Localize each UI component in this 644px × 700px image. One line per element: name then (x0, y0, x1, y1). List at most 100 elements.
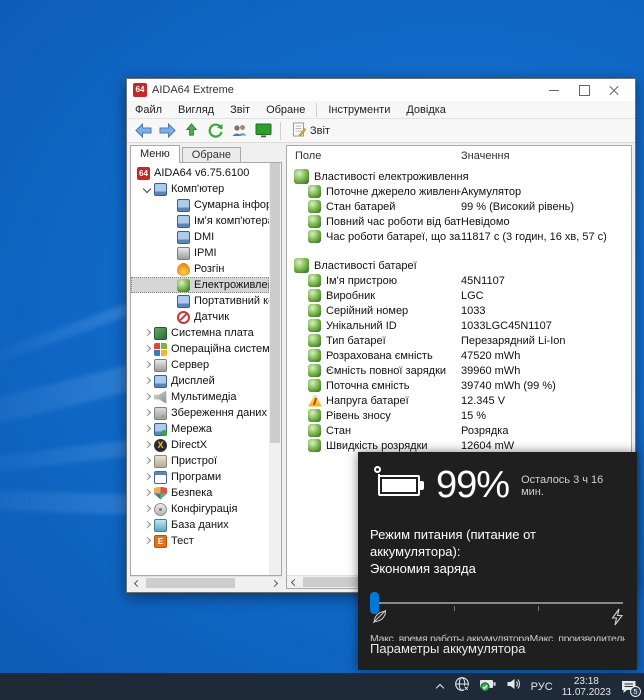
sidebar-tab-обране[interactable]: Обране (181, 147, 242, 163)
back-button[interactable] (131, 121, 155, 141)
tree-item[interactable]: Датчик (131, 309, 269, 325)
column-header-value[interactable]: Значення (461, 150, 510, 162)
column-headers: Поле Значення (287, 146, 631, 166)
tree-item[interactable]: DirectX (131, 437, 269, 453)
tree-item[interactable]: Пристрої (131, 453, 269, 469)
users-button[interactable] (227, 121, 251, 141)
scroll-left-arrow-icon[interactable] (287, 576, 301, 588)
title-bar: 64 AIDA64 Extreme (127, 79, 635, 101)
menu-item-довідка[interactable]: Довідка (398, 102, 454, 118)
slider-thumb[interactable] (370, 592, 379, 614)
tree-item[interactable]: Тест (131, 533, 269, 549)
maximize-button[interactable] (569, 80, 599, 100)
property-row[interactable]: Поточне джерело живлення Акумулятор (287, 184, 631, 199)
chevron-right-icon[interactable] (141, 487, 153, 499)
chevron-right-icon[interactable] (141, 343, 153, 355)
property-row[interactable]: Стан Розрядка (287, 423, 631, 438)
tree-item[interactable]: База даних (131, 517, 269, 533)
tree-item[interactable]: Дисплей (131, 373, 269, 389)
taskbar-clock[interactable]: 23:18 11.07.2023 (562, 676, 611, 698)
minimize-button[interactable] (539, 80, 569, 100)
tree-item[interactable]: Збереження даних (131, 405, 269, 421)
up-level-button[interactable] (179, 121, 203, 141)
tree-item[interactable]: Мережа (131, 421, 269, 437)
chevron-right-icon[interactable] (141, 519, 153, 531)
chevron-right-icon[interactable] (141, 407, 153, 419)
tree-item[interactable]: Мультимедіа (131, 389, 269, 405)
tree-item[interactable]: Комп'ютер (131, 181, 269, 197)
property-row[interactable]: Швидкість розрядки 12604 mW (287, 438, 631, 453)
tree-item[interactable]: Розгін (131, 261, 269, 277)
close-button[interactable] (599, 80, 629, 100)
tree-item[interactable]: Сумарна інформація (131, 197, 269, 213)
chevron-right-icon[interactable] (141, 359, 153, 371)
power-mode-slider[interactable] (370, 591, 625, 614)
scroll-left-arrow-icon[interactable] (130, 577, 144, 589)
power-section-icon (294, 169, 309, 184)
property-row[interactable]: Ємність повної зарядки 39960 mWh (287, 363, 631, 378)
forward-button[interactable] (155, 121, 179, 141)
field-label: Швидкість розрядки (326, 439, 428, 452)
menu-item-обране[interactable]: Обране (258, 102, 313, 118)
multimedia-icon (154, 390, 167, 404)
sidebar-tab-меню[interactable]: Меню (130, 145, 180, 163)
slider-track[interactable] (372, 602, 623, 604)
property-row[interactable]: Рівень зносу 15 % (287, 408, 631, 423)
scroll-right-arrow-icon[interactable] (268, 577, 282, 589)
remote-monitor-button[interactable] (251, 121, 275, 141)
scroll-thumb[interactable] (146, 578, 236, 588)
scroll-track[interactable] (144, 577, 268, 589)
chevron-right-icon[interactable] (141, 327, 153, 339)
volume-speaker-icon[interactable] (506, 676, 522, 697)
network-globe-icon[interactable] (454, 676, 470, 697)
tray-overflow-chevron-icon[interactable] (436, 682, 445, 691)
property-row[interactable]: Унікальний ID 1033LGC45N1107 (287, 318, 631, 333)
tree-item[interactable]: Операційна система (131, 341, 269, 357)
property-row[interactable]: Стан батарей 99 % (Високий рівень) (287, 199, 631, 214)
tree-item[interactable]: Безпека (131, 485, 269, 501)
menu-item-файл[interactable]: Файл (127, 102, 170, 118)
action-center-icon[interactable]: 5 (620, 679, 641, 697)
property-row[interactable]: Поточна ємність 39740 mWh (99 %) (287, 378, 631, 393)
battery-settings-link[interactable]: Параметры аккумулятора (370, 641, 625, 656)
section-title: Властивості батареї (314, 259, 417, 272)
tree-item[interactable]: Системна плата (131, 325, 269, 341)
chevron-right-icon[interactable] (141, 503, 153, 515)
sidebar-vscrollbar-thumb[interactable] (270, 163, 280, 444)
chevron-right-icon[interactable] (141, 423, 153, 435)
refresh-button[interactable] (203, 121, 227, 141)
property-row[interactable]: Виробник LGC (287, 288, 631, 303)
property-row[interactable]: Повний час роботи від батареїНевідомо (287, 214, 631, 229)
chevron-right-icon[interactable] (141, 439, 153, 451)
tree-item[interactable]: Сервер (131, 357, 269, 373)
sidebar-vscrollbar[interactable] (269, 163, 281, 575)
tree-item[interactable]: Ім'я комп'ютера (131, 213, 269, 229)
property-row[interactable]: Напруга батареї 12.345 V (287, 393, 631, 408)
menu-item-звіт[interactable]: Звіт (222, 102, 258, 118)
tree-item[interactable]: Конфігурація (131, 501, 269, 517)
chevron-right-icon[interactable] (141, 535, 153, 547)
menu-item-інструменти[interactable]: Інструменти (320, 102, 398, 118)
column-header-field[interactable]: Поле (295, 150, 461, 162)
property-row[interactable]: Серійний номер 1033 (287, 303, 631, 318)
property-row[interactable]: Розрахована ємність 47520 mWh (287, 348, 631, 363)
chevron-right-icon[interactable] (141, 471, 153, 483)
tree-item[interactable]: Портативний комп'ют (131, 293, 269, 309)
menu-item-вигляд[interactable]: Вигляд (170, 102, 222, 118)
property-row[interactable]: Тип батареї Перезарядний Li-Ion (287, 333, 631, 348)
chevron-right-icon[interactable] (141, 375, 153, 387)
tree-item[interactable]: DMI (131, 229, 269, 245)
sidebar-hscrollbar[interactable] (130, 576, 282, 589)
tree-item[interactable]: 64 AIDA64 v6.75.6100 (131, 165, 269, 181)
tree-item[interactable]: IPMI (131, 245, 269, 261)
chevron-down-icon[interactable] (141, 183, 153, 195)
report-button[interactable]: Звіт (286, 120, 336, 142)
property-row[interactable]: Час роботи батареї, що залиш...11817 с (… (287, 229, 631, 244)
chevron-right-icon[interactable] (141, 455, 153, 467)
tree-item[interactable]: Програми (131, 469, 269, 485)
tray-battery-icon[interactable] (479, 676, 497, 697)
property-row[interactable]: Ім'я пристрою 45N1107 (287, 273, 631, 288)
language-indicator[interactable]: РУС (531, 681, 553, 693)
tree-item[interactable]: Електроживлення (131, 277, 269, 293)
chevron-right-icon[interactable] (141, 391, 153, 403)
